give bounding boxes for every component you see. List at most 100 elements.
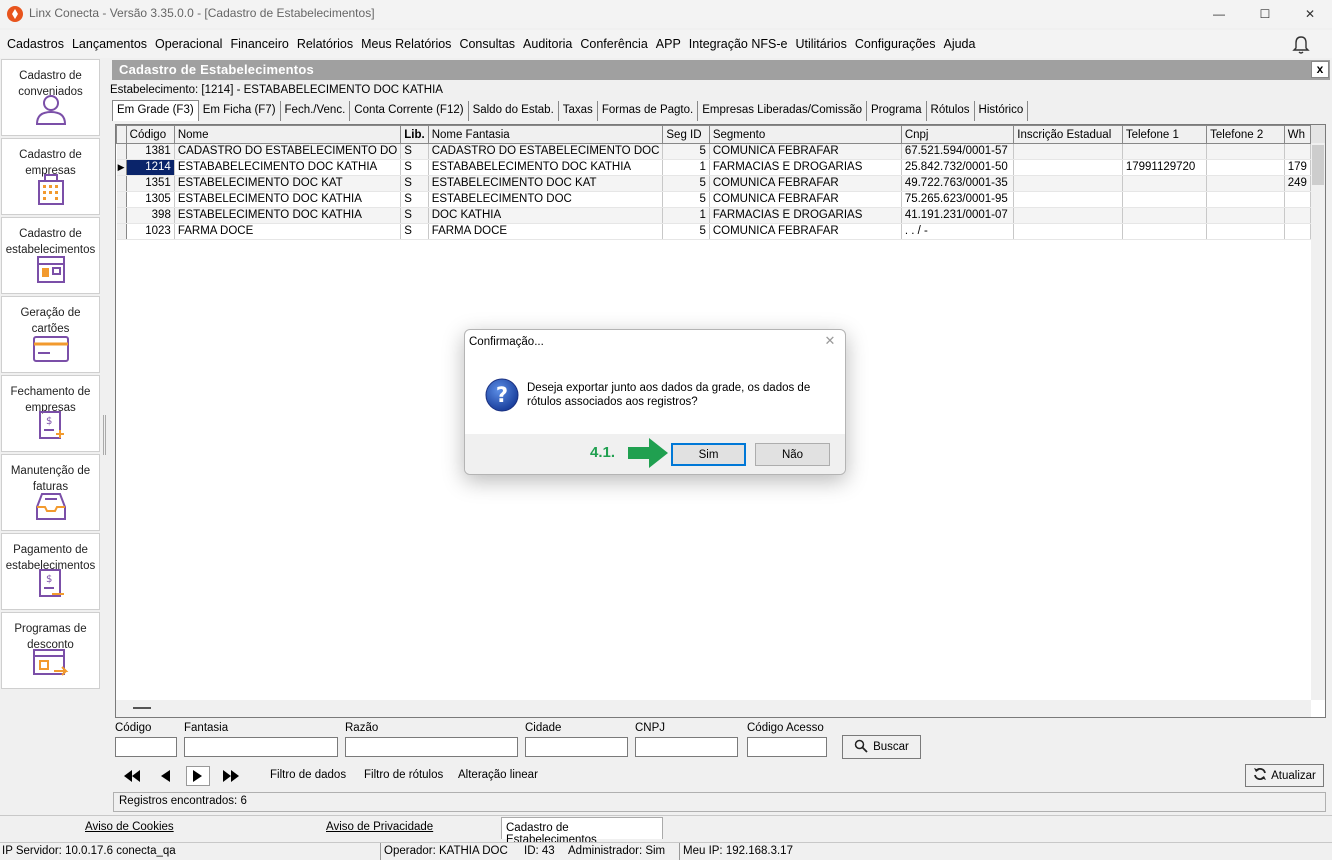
menu-integracao-nfse[interactable]: Integração NFS-e [685,37,792,51]
table-cell[interactable] [1284,207,1311,224]
table-cell[interactable] [1206,175,1285,192]
table-cell[interactable]: 75.265.623/0001-95 [901,191,1015,208]
codigo-acesso-input[interactable] [747,737,827,757]
dialog-close-button[interactable]: ✕ [822,333,838,349]
tab-saldo[interactable]: Saldo do Estab. [469,101,559,121]
sidebar-item-estabelecimentos[interactable]: Cadastro de estabelecimentos [1,217,100,294]
table-cell[interactable]: 1 [662,207,710,224]
window-tab-cadastro-estabelecimentos[interactable]: Cadastro de Estabelecimentos [501,817,663,846]
table-cell[interactable] [1013,143,1123,160]
sidebar-item-fechamento[interactable]: Fechamento de empresas $ [1,375,100,452]
no-button[interactable]: Não [755,443,830,466]
table-cell[interactable]: S [400,223,429,240]
table-cell[interactable]: 1214 [126,159,175,176]
table-cell[interactable] [1013,175,1123,192]
table-cell[interactable]: COMUNICA FEBRAFAR [709,191,902,208]
vertical-scrollbar[interactable] [1311,125,1325,700]
table-cell[interactable] [1122,207,1208,224]
menu-financeiro[interactable]: Financeiro [226,37,292,51]
tab-fech-venc[interactable]: Fech./Venc. [281,101,351,121]
cnpj-input[interactable] [635,737,738,757]
scroll-up-button[interactable] [1311,125,1325,143]
table-cell[interactable]: ESTABABELECIMENTO DOC KATHIA [174,159,402,176]
cidade-input[interactable] [525,737,628,757]
table-cell[interactable]: COMUNICA FEBRAFAR [709,143,902,160]
table-cell[interactable]: S [400,159,429,176]
table-cell[interactable] [1122,223,1208,240]
column-header[interactable]: Wh [1283,125,1311,144]
filtro-rotulos-link[interactable]: Filtro de rótulos [364,769,443,781]
table-cell[interactable]: S [400,175,429,192]
table-cell[interactable]: 5 [662,143,710,160]
table-cell[interactable]: FARMA DOCE [428,223,664,240]
column-header[interactable]: Código [125,125,175,144]
table-cell[interactable] [1013,159,1123,176]
table-cell[interactable]: 179 [1284,159,1311,176]
menu-relatorios[interactable]: Relatórios [293,37,357,51]
table-row[interactable]: 398 ESTABELECIMENTO DOC KATHIA S DOC KATHIA… [116,207,1311,224]
menu-auditoria[interactable]: Auditoria [519,37,576,51]
table-cell[interactable]: CADASTRO DO ESTABELECIMENTO DOC [428,143,664,160]
table-cell[interactable]: S [400,207,429,224]
sidebar-splitter[interactable] [103,415,106,455]
tab-historico[interactable]: Histórico [975,101,1029,121]
table-cell[interactable]: FARMACIAS E DROGARIAS [709,207,902,224]
next-record-button[interactable] [186,766,210,786]
table-cell[interactable] [1284,191,1311,208]
table-cell[interactable] [1013,207,1123,224]
table-cell[interactable] [1122,175,1208,192]
column-header[interactable]: Cnpj [900,125,1015,144]
tab-em-ficha[interactable]: Em Ficha (F7) [199,101,281,121]
table-cell[interactable]: 5 [662,191,710,208]
table-cell[interactable]: FARMA DOCE [174,223,402,240]
tab-em-grade[interactable]: Em Grade (F3) [112,100,199,121]
table-cell[interactable]: ESTABELECIMENTO DOC KAT [428,175,664,192]
menu-consultas[interactable]: Consultas [455,37,519,51]
table-cell[interactable]: ESTABELECIMENTO DOC KATHIA [174,191,402,208]
tab-empresas-liberadas[interactable]: Empresas Liberadas/Comissão [698,101,868,121]
sidebar-item-empresas[interactable]: Cadastro de empresas [1,138,100,215]
menu-ajuda[interactable]: Ajuda [939,37,979,51]
table-cell[interactable]: CADASTRO DO ESTABELECIMENTO DO [174,143,402,160]
column-header[interactable]: Telefone 1 [1121,125,1208,144]
sidebar-item-pagamento[interactable]: Pagamento de estabelecimentos $ [1,533,100,610]
maximize-button[interactable]: ☐ [1242,0,1288,28]
first-record-button[interactable] [120,766,144,786]
row-indicator[interactable] [116,207,127,224]
row-indicator[interactable] [116,223,127,240]
sidebar-item-faturas[interactable]: Manutenção de faturas [1,454,100,531]
row-indicator[interactable] [116,191,127,208]
bell-icon[interactable] [1290,34,1312,56]
sidebar-item-programas[interactable]: Programas de desconto [1,612,100,689]
table-cell[interactable]: 1023 [126,223,175,240]
table-cell[interactable]: S [400,143,429,160]
table-cell[interactable] [1206,191,1285,208]
tab-formas-pagto[interactable]: Formas de Pagto. [598,101,699,121]
razao-input[interactable] [345,737,518,757]
close-window-button[interactable]: ✕ [1287,0,1332,28]
table-cell[interactable]: 25.842.732/0001-50 [901,159,1015,176]
table-cell[interactable]: 17991129720 [1122,159,1208,176]
table-cell[interactable]: 67.521.594/0001-57 [901,143,1015,160]
column-header[interactable]: Telefone 2 [1206,125,1285,144]
scroll-thumb[interactable] [1312,145,1324,185]
minimize-button[interactable]: — [1196,0,1242,28]
codigo-input[interactable] [115,737,177,757]
column-header[interactable]: Lib. [400,125,429,144]
table-cell[interactable]: 1381 [126,143,175,160]
yes-button[interactable]: Sim [671,443,746,466]
column-header[interactable]: Segmento [708,125,902,144]
fantasia-input[interactable] [184,737,338,757]
table-cell[interactable]: 1 [662,159,710,176]
search-button[interactable]: Buscar [842,735,921,759]
table-row[interactable]: 1381 CADASTRO DO ESTABELECIMENTO DO S CADAS… [116,143,1311,160]
table-row[interactable]: ▶ 1214 ESTABABELECIMENTO DOC KATHIA S ESTABA… [116,159,1311,176]
table-cell[interactable]: 5 [662,175,710,192]
table-cell[interactable]: 398 [126,207,175,224]
privacy-notice-link[interactable]: Aviso de Privacidade [326,821,433,833]
table-cell[interactable]: COMUNICA FEBRAFAR [709,223,902,240]
alteracao-linear-link[interactable]: Alteração linear [458,769,538,781]
table-cell[interactable] [1284,223,1311,240]
table-cell[interactable] [1013,223,1123,240]
table-cell[interactable]: . . / - [901,223,1015,240]
